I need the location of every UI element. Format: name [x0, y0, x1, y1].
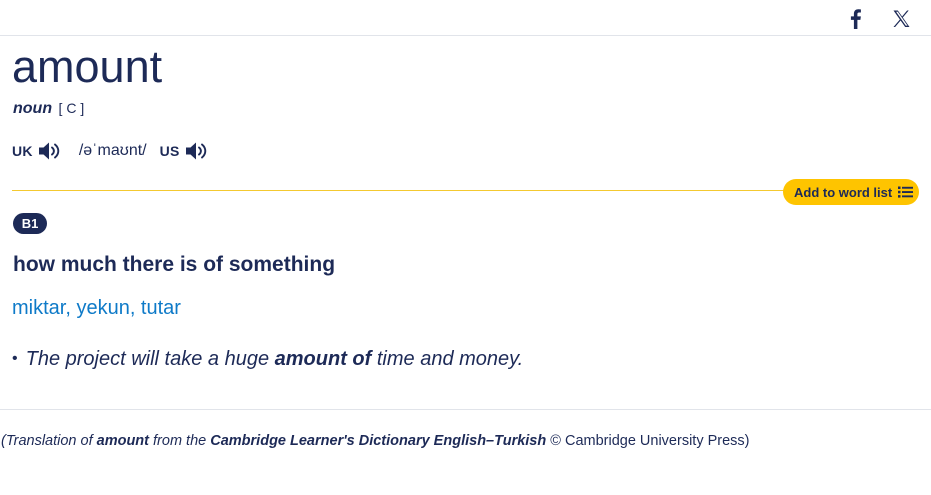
translation: miktar, yekun, tutar [12, 297, 181, 319]
x-twitter-icon[interactable] [892, 9, 912, 29]
cefr-level-badge: B1 [13, 213, 47, 234]
ipa-transcription: /əˈmaʊnt/ [78, 142, 147, 159]
example-bullet: • [12, 350, 18, 367]
credit-from: from the [153, 433, 207, 449]
part-of-speech: noun [13, 100, 53, 117]
example-highlight: amount of [274, 348, 372, 370]
headword: amount [12, 41, 163, 92]
footer-divider [0, 409, 931, 410]
example-text-before: The project will take a huge [25, 348, 270, 370]
credit-word: amount [96, 433, 149, 449]
uk-speaker-icon[interactable] [37, 140, 63, 162]
part-of-speech-line: noun [ C ] [13, 98, 84, 119]
uk-label: UK [12, 143, 33, 159]
credit-copyright: © Cambridge University Press) [550, 433, 750, 449]
definition: how much there is of something [13, 253, 336, 276]
translation-credit: (Translation of amount from the Cambridg… [1, 431, 750, 451]
section-divider [12, 190, 812, 191]
grammar-code: [ C ] [58, 100, 85, 116]
us-label: US [159, 143, 180, 159]
list-icon [898, 186, 914, 198]
add-to-word-list-label: Add to word list [794, 184, 893, 200]
pronunciation-line: UK /əˈmaʊnt/ US [12, 139, 210, 163]
example-text-after: time and money. [376, 348, 524, 370]
share-bar [0, 0, 931, 36]
us-speaker-icon[interactable] [184, 140, 210, 162]
credit-open: (Translation of [1, 433, 93, 449]
facebook-icon[interactable] [846, 8, 866, 30]
add-to-word-list-button[interactable]: Add to word list [783, 179, 919, 205]
credit-dictionary: Cambridge Learner's Dictionary English–T… [210, 433, 547, 449]
example-sentence: • The project will take a huge amount of … [12, 346, 523, 372]
